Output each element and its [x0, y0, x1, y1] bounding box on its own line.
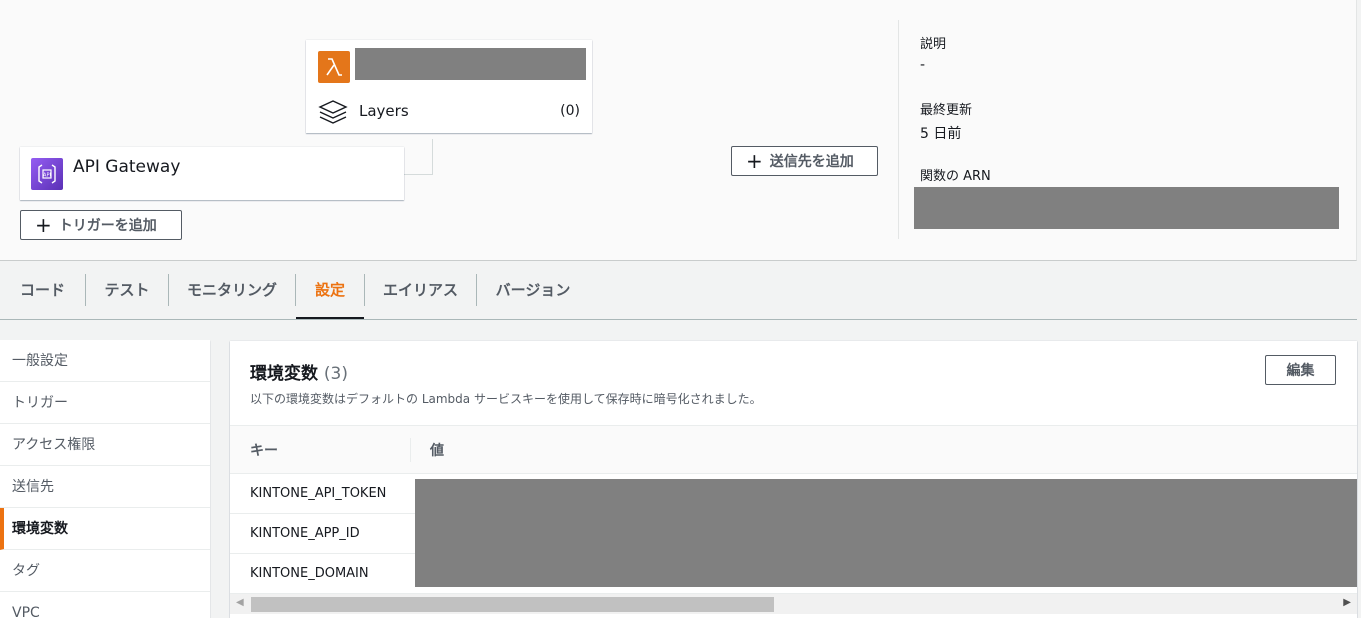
- sidebar-item-tags[interactable]: タグ: [0, 550, 210, 592]
- tab-aliases[interactable]: エイリアス: [365, 270, 476, 319]
- variable-count: (3): [323, 364, 349, 384]
- function-arn-label: 関数の ARN: [920, 169, 991, 184]
- sidebar-item-environment-variables[interactable]: 環境変数: [0, 508, 210, 550]
- lambda-icon: [318, 51, 350, 83]
- layers-label[interactable]: Layers: [359, 102, 409, 120]
- layers-icon: [318, 99, 348, 129]
- scrollbar-thumb[interactable]: [251, 597, 774, 612]
- add-trigger-label: トリガーを追加: [58, 218, 157, 234]
- tab-code[interactable]: コード: [0, 270, 85, 319]
- env-key: KINTONE_APP_ID: [250, 526, 360, 541]
- add-destination-label: 送信先を追加: [769, 154, 854, 170]
- last-modified-value: 5 日前: [920, 126, 962, 142]
- function-card[interactable]: Layers (0): [306, 40, 592, 133]
- last-modified-label: 最終更新: [920, 103, 973, 118]
- sidebar-item-permissions[interactable]: アクセス権限: [0, 424, 210, 466]
- scroll-right-icon[interactable]: ▶: [1343, 597, 1351, 608]
- sidebar-item-vpc[interactable]: VPC: [0, 592, 210, 618]
- env-key: KINTONE_DOMAIN: [250, 566, 369, 581]
- trigger-connector-line: [403, 139, 433, 175]
- function-tabs: コード テスト モニタリング 設定 エイリアス バージョン: [0, 270, 1357, 320]
- tab-configuration[interactable]: 設定: [296, 270, 364, 319]
- function-arn-redacted: [914, 187, 1339, 229]
- layers-count: (0): [560, 103, 580, 119]
- api-gateway-trigger-card[interactable]: API API Gateway: [20, 147, 404, 200]
- edit-button[interactable]: 編集: [1265, 355, 1336, 385]
- column-value: 値: [430, 443, 444, 459]
- env-key: KINTONE_API_TOKEN: [250, 486, 387, 501]
- api-gateway-label: API Gateway: [73, 157, 181, 177]
- plus-icon: +: [35, 213, 52, 237]
- sidebar-item-destinations[interactable]: 送信先: [0, 466, 210, 508]
- function-overview: Layers (0) API API Gateway + トリガーを追加 + 送…: [0, 0, 1357, 261]
- table-header: キー 値: [230, 425, 1357, 474]
- tab-test[interactable]: テスト: [86, 270, 168, 319]
- sidebar-item-triggers[interactable]: トリガー: [0, 382, 210, 424]
- tab-versions[interactable]: バージョン: [477, 270, 589, 319]
- plus-icon: +: [746, 149, 763, 173]
- panel-title-text: 環境変数: [250, 364, 318, 384]
- column-divider: [410, 438, 411, 462]
- scroll-left-icon[interactable]: ◀: [236, 597, 244, 608]
- environment-variables-panel: 環境変数 (3) 以下の環境変数はデフォルトの Lambda サービスキーを使用…: [230, 341, 1357, 618]
- panel-description: 以下の環境変数はデフォルトの Lambda サービスキーを使用して保存時に暗号化…: [250, 392, 762, 406]
- horizontal-scrollbar[interactable]: ◀ ▶: [230, 594, 1357, 614]
- description-label: 説明: [920, 37, 947, 52]
- panel-title: 環境変数 (3): [250, 359, 348, 384]
- add-destination-button[interactable]: + 送信先を追加: [731, 146, 878, 176]
- sidebar-item-general[interactable]: 一般設定: [0, 340, 210, 382]
- tab-monitoring[interactable]: モニタリング: [169, 270, 295, 319]
- api-gateway-icon: API: [31, 158, 63, 190]
- function-name-redacted: [355, 48, 586, 80]
- overview-divider: [898, 20, 899, 239]
- configuration-sidebar: 一般設定 トリガー アクセス権限 送信先 環境変数 タグ VPC: [0, 340, 210, 618]
- env-values-redacted: [415, 479, 1357, 587]
- svg-text:API: API: [43, 173, 51, 179]
- add-trigger-button[interactable]: + トリガーを追加: [20, 210, 182, 240]
- description-value: -: [920, 57, 926, 73]
- column-key: キー: [250, 443, 278, 459]
